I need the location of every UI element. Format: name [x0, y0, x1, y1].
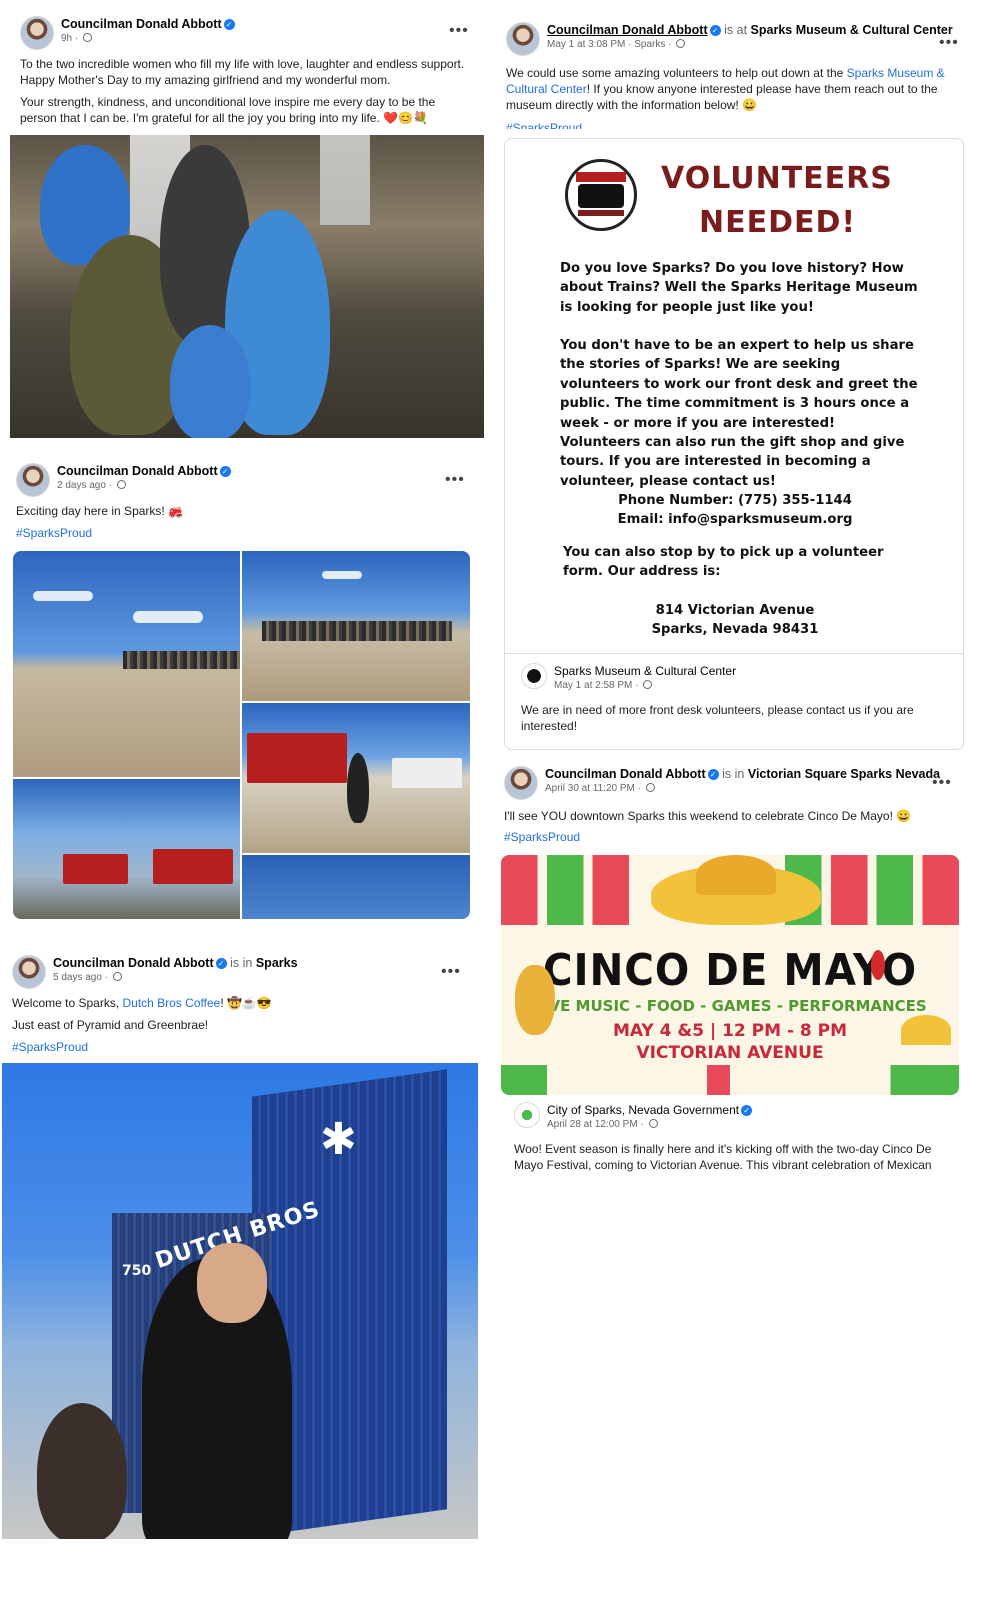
- separator: ·: [72, 33, 82, 44]
- poster-title-1: VOLUNTEERS: [661, 161, 893, 196]
- verified-badge-icon: ✓: [707, 769, 719, 780]
- globe-icon: [83, 33, 93, 42]
- shared-author-name[interactable]: City of Sparks, Nevada Government: [547, 1103, 739, 1117]
- is-in-label: is in: [230, 956, 253, 970]
- dutch-bros-link[interactable]: Dutch Bros Coffee: [122, 996, 220, 1010]
- poster-address-1: 814 Victorian Avenue: [655, 603, 815, 618]
- hashtag-link[interactable]: #SparksProud: [12, 1040, 88, 1054]
- shared-post-text: Woo! Event season is finally here and it…: [514, 1142, 932, 1172]
- globe-icon: [645, 783, 655, 792]
- verified-badge-icon: ✓: [709, 25, 721, 36]
- photo-grid-2[interactable]: [242, 551, 470, 701]
- post-time[interactable]: 9h: [61, 33, 72, 44]
- author-name[interactable]: Councilman Donald Abbott: [53, 956, 214, 970]
- windmill-logo: ✱: [320, 1115, 357, 1164]
- author-avatar[interactable]: [12, 955, 46, 989]
- shared-post-time[interactable]: May 1 at 2:58 PM: [554, 680, 632, 691]
- train-logo: [565, 159, 637, 231]
- author-name[interactable]: Councilman Donald Abbott: [61, 17, 222, 31]
- dutch-bros-photo[interactable]: DUTCH BROS 750 ✱: [2, 1063, 478, 1539]
- separator: ·: [637, 1119, 647, 1130]
- post-cinco-de-mayo: Councilman Donald Abbott ✓ is in Victoria…: [494, 758, 990, 1178]
- author-avatar[interactable]: [506, 22, 540, 56]
- verified-badge-icon: ✓: [223, 19, 235, 30]
- separator: ·: [105, 480, 115, 491]
- more-options-button[interactable]: •••: [445, 472, 465, 488]
- photo-grid-1[interactable]: [13, 551, 240, 777]
- more-options-button[interactable]: •••: [932, 775, 952, 791]
- cinco-de-mayo-poster[interactable]: CINCO DE MAYO LIVE MUSIC - FOOD - GAMES …: [501, 855, 959, 1095]
- family-photo[interactable]: [10, 135, 484, 438]
- pepper-icon: [871, 950, 885, 980]
- post-text-2: Your strength, kindness, and uncondition…: [20, 95, 436, 125]
- photo-grid-3[interactable]: [242, 703, 470, 853]
- author-name[interactable]: Councilman Donald Abbott: [545, 767, 706, 781]
- post-text-2: Just east of Pyramid and Greenbrae!: [12, 1018, 209, 1032]
- shared-post-text: We are in need of more front desk volunt…: [521, 703, 914, 733]
- more-options-button[interactable]: •••: [441, 964, 461, 980]
- photo-grid-5[interactable]: [242, 855, 470, 919]
- post-time[interactable]: 2 days ago: [57, 480, 106, 491]
- is-at-label: is at: [724, 23, 748, 37]
- cinco-line-3: VICTORIAN AVENUE: [636, 1043, 824, 1063]
- poster-address-2: Sparks, Nevada 98431: [651, 622, 819, 637]
- volunteer-poster[interactable]: VOLUNTEERS NEEDED! Do you love Sparks? D…: [504, 138, 964, 750]
- shared-post-time[interactable]: April 28 at 12:00 PM: [547, 1119, 638, 1130]
- verified-badge-icon: ✓: [215, 958, 227, 969]
- post-text: We could use some amazing volunteers to …: [506, 66, 945, 112]
- cinco-line-2: MAY 4 &5 | 12 PM - 8 PM: [612, 1021, 848, 1041]
- post-time[interactable]: 5 days ago: [53, 972, 102, 983]
- author-avatar[interactable]: [20, 16, 54, 50]
- place-link[interactable]: Victorian Square Sparks Nevada: [748, 767, 940, 781]
- separator: ·: [634, 783, 644, 794]
- taco-icon: [901, 1015, 951, 1045]
- post-groundbreaking: Councilman Donald Abbott ✓ 2 days ago · •…: [4, 455, 484, 925]
- poster-title-2: NEEDED!: [699, 205, 857, 240]
- photo-grid-4[interactable]: [13, 779, 240, 919]
- globe-icon: [676, 39, 686, 48]
- shared-author-name[interactable]: Sparks Museum & Cultural Center: [554, 664, 736, 678]
- guitar-icon: [515, 965, 555, 1035]
- cinco-line-1: LIVE MUSIC - FOOD - GAMES - PERFORMANCES: [533, 997, 927, 1015]
- hashtag-link[interactable]: #SparksProud: [506, 121, 582, 129]
- building-number: 750: [122, 1263, 152, 1279]
- poster-paragraph-2: You don't have to be an expert to help u…: [560, 338, 918, 489]
- place-link[interactable]: Sparks Museum & Cultural Center: [751, 23, 953, 37]
- hashtag-link[interactable]: #SparksProud: [16, 526, 92, 540]
- post-text-1: To the two incredible women who fill my …: [20, 57, 465, 87]
- post-dutch-bros: Councilman Donald Abbott ✓ is in Sparks 5…: [0, 945, 484, 1595]
- post-time[interactable]: May 1 at 3:08 PM · Sparks: [547, 39, 665, 50]
- author-name[interactable]: Councilman Donald Abbott: [547, 23, 708, 37]
- poster-paragraph-3: You can also stop by to pick up a volunt…: [563, 545, 884, 580]
- separator: ·: [101, 972, 111, 983]
- is-in-label: is in: [722, 767, 745, 781]
- separator: ·: [632, 680, 642, 691]
- more-options-button[interactable]: •••: [449, 23, 469, 39]
- poster-paragraph-1: Do you love Sparks? Do you love history?…: [560, 261, 918, 315]
- separator: ·: [665, 39, 675, 50]
- post-text: Welcome to Sparks, Dutch Bros Coffee! 🤠☕…: [12, 996, 272, 1010]
- globe-icon: [116, 480, 126, 489]
- hashtag-link[interactable]: #SparksProud: [504, 830, 580, 844]
- poster-email: Email: info@sparksmuseum.org: [617, 512, 853, 527]
- author-avatar[interactable]: [504, 766, 538, 800]
- museum-avatar[interactable]: [521, 663, 547, 689]
- poster-phone: Phone Number: (775) 355-1144: [618, 493, 852, 508]
- author-avatar[interactable]: [16, 463, 50, 497]
- post-time[interactable]: April 30 at 11:20 PM: [545, 783, 635, 794]
- post-text: Exciting day here in Sparks! 🚒: [16, 504, 184, 518]
- globe-icon: [648, 1119, 658, 1128]
- author-name[interactable]: Councilman Donald Abbott: [57, 464, 218, 478]
- post-text: I'll see YOU downtown Sparks this weeken…: [504, 809, 912, 823]
- post-mothers-day: Councilman Donald Abbott ✓ 9h · ••• To th…: [8, 8, 484, 440]
- verified-badge-icon: ✓: [741, 1105, 753, 1116]
- globe-icon: [643, 680, 653, 689]
- more-options-button[interactable]: •••: [939, 35, 959, 51]
- city-avatar[interactable]: [514, 1102, 540, 1128]
- post-museum: Councilman Donald Abbott ✓ is at Sparks M…: [494, 8, 990, 760]
- verified-badge-icon: ✓: [219, 466, 231, 477]
- globe-icon: [112, 972, 122, 981]
- place-link[interactable]: Sparks: [256, 956, 298, 970]
